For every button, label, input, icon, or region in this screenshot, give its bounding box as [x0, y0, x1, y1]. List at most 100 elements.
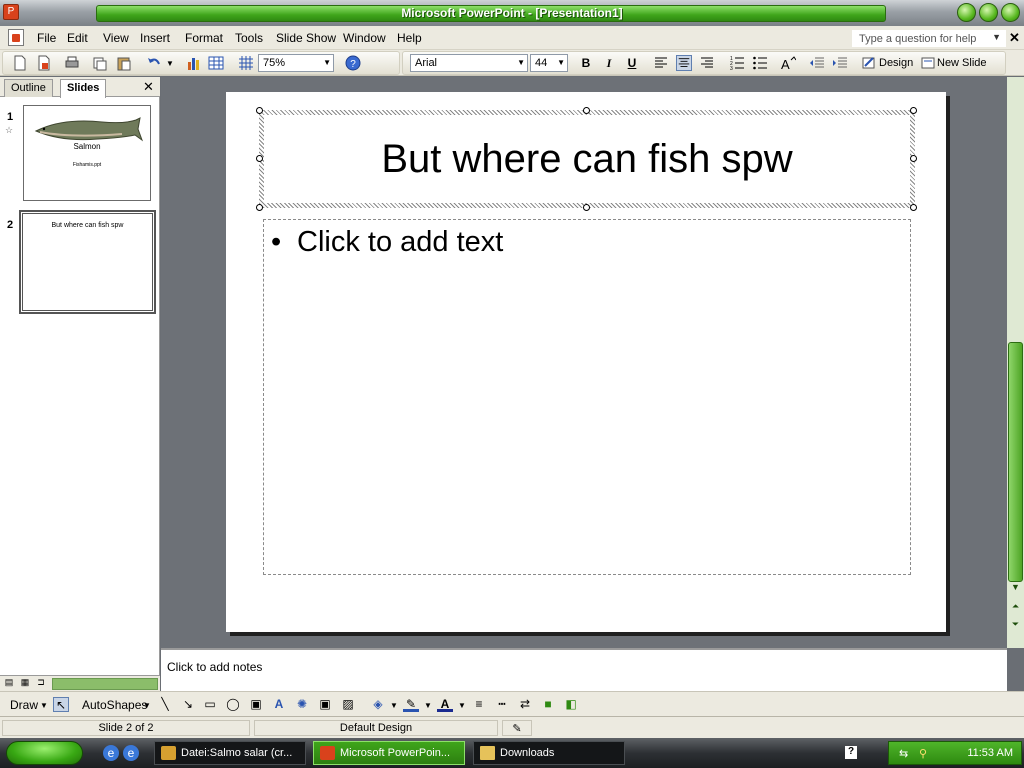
bold-button[interactable]: B	[578, 56, 594, 70]
undo-icon[interactable]	[146, 55, 162, 71]
scrollbar-thumb[interactable]	[1008, 342, 1023, 582]
3d-style-icon[interactable]: ◧	[563, 697, 579, 712]
new-slide-icon[interactable]	[920, 55, 936, 71]
previous-slide-icon[interactable]: ⏶	[1008, 601, 1023, 616]
grid-icon[interactable]	[238, 55, 254, 71]
dash-style-icon[interactable]: ┅	[494, 697, 510, 712]
font-color-icon[interactable]: A	[437, 697, 453, 712]
wordart-icon[interactable]: A	[271, 697, 287, 712]
maximize-button[interactable]	[979, 3, 998, 22]
network-icon[interactable]: ⇆	[899, 747, 908, 760]
diagram-icon[interactable]: ✺	[294, 697, 310, 712]
close-button[interactable]	[1001, 3, 1020, 22]
resize-handle[interactable]	[910, 204, 917, 211]
print-icon[interactable]	[64, 55, 80, 71]
chevron-down-icon[interactable]: ▼	[390, 701, 398, 710]
resize-handle[interactable]	[256, 155, 263, 162]
menu-view[interactable]: View	[103, 31, 129, 45]
open-pdf-icon[interactable]	[36, 55, 52, 71]
menu-format[interactable]: Format	[185, 31, 223, 45]
line-icon[interactable]: ╲	[157, 697, 173, 712]
rectangle-icon[interactable]: ▭	[202, 697, 218, 712]
select-arrow-icon[interactable]: ↖	[53, 697, 69, 712]
document-icon[interactable]	[8, 29, 24, 46]
help-question-input[interactable]: Type a question for help ▼	[852, 30, 1006, 47]
design-button[interactable]: Design	[879, 57, 913, 69]
chevron-down-icon[interactable]: ▼	[517, 58, 525, 67]
slide-canvas[interactable]: But where can fish spw • Click to add te…	[226, 92, 946, 632]
chevron-down-icon[interactable]: ▼	[458, 701, 466, 710]
font-size-select[interactable]: 44 ▼	[530, 54, 568, 72]
chevron-down-icon[interactable]: ▼	[323, 58, 331, 67]
menu-help[interactable]: Help	[397, 31, 422, 45]
notes-placeholder[interactable]: Click to add notes	[167, 660, 262, 674]
menu-edit[interactable]: Edit	[67, 31, 88, 45]
draw-menu-button[interactable]: Draw	[10, 698, 38, 712]
textbox-icon[interactable]: ▣	[248, 697, 264, 712]
taskbar-button-powerpoint[interactable]: Microsoft PowerPoin...	[313, 741, 465, 765]
resize-handle[interactable]	[583, 107, 590, 114]
line-style-icon[interactable]: ≡	[471, 697, 487, 712]
help-tray-icon[interactable]: ?	[845, 746, 857, 759]
autoshapes-menu-button[interactable]: AutoShapes	[82, 698, 147, 712]
spelling-status-icon[interactable]: ✎	[502, 720, 532, 736]
chevron-down-icon[interactable]: ▼	[424, 701, 432, 710]
chevron-down-icon[interactable]: ▼	[143, 701, 151, 710]
picture-icon[interactable]: ▨	[340, 697, 356, 712]
menu-window[interactable]: Window	[343, 31, 386, 45]
cut-icon[interactable]	[92, 55, 108, 71]
notes-pane[interactable]: Click to add notes	[161, 648, 1007, 691]
table-icon[interactable]	[208, 55, 224, 71]
taskbar-button-wiki[interactable]: Datei:Salmo salar (cr...	[154, 741, 306, 765]
chart-icon[interactable]	[186, 55, 202, 71]
clipart-icon[interactable]: ▣	[317, 697, 333, 712]
resize-handle[interactable]	[256, 107, 263, 114]
search-icon[interactable]: ⚲	[919, 747, 927, 760]
slide-show-view-icon[interactable]: ⊐	[34, 677, 48, 690]
slide-sorter-view-icon[interactable]: ▦	[18, 677, 32, 690]
menu-file[interactable]: File	[37, 31, 56, 45]
undo-dropdown-icon[interactable]: ▼	[166, 59, 174, 68]
increase-font-icon[interactable]: A	[780, 55, 796, 71]
chevron-down-icon[interactable]: ▼	[992, 32, 1001, 42]
taskbar-button-downloads[interactable]: Downloads	[473, 741, 625, 765]
resize-handle[interactable]	[256, 204, 263, 211]
italic-button[interactable]: I	[601, 56, 617, 71]
start-button[interactable]	[6, 741, 83, 765]
decrease-indent-icon[interactable]	[809, 55, 825, 71]
next-slide-icon[interactable]: ⏷	[1008, 619, 1023, 634]
increase-indent-icon[interactable]	[832, 55, 848, 71]
underline-button[interactable]: U	[624, 56, 640, 70]
resize-handle[interactable]	[910, 107, 917, 114]
close-document-icon[interactable]: ✕	[1009, 30, 1020, 46]
menu-slide-show[interactable]: Slide Show	[276, 31, 336, 45]
tab-slides[interactable]: Slides	[60, 79, 107, 98]
line-color-icon[interactable]: ✎	[403, 697, 419, 712]
zoom-select[interactable]: 75% ▼	[258, 54, 334, 72]
help-icon[interactable]: ?	[345, 55, 361, 71]
slide-thumbnail-1[interactable]: Salmon Fishamis.ppt	[23, 105, 151, 201]
chevron-down-icon[interactable]: ▼	[557, 58, 565, 67]
new-slide-button[interactable]: New Slide	[937, 57, 987, 69]
slide-title[interactable]: But where can fish spw	[264, 115, 910, 203]
font-select[interactable]: Arial ▼	[410, 54, 528, 72]
pane-horizontal-scrollbar[interactable]	[52, 678, 158, 690]
resize-handle[interactable]	[910, 155, 917, 162]
menu-insert[interactable]: Insert	[140, 31, 170, 45]
new-document-icon[interactable]	[12, 55, 28, 71]
align-left-icon[interactable]	[653, 55, 669, 71]
body-placeholder[interactable]: • Click to add text	[263, 219, 911, 575]
shadow-style-icon[interactable]: ■	[540, 697, 556, 712]
internet-explorer-icon[interactable]: e	[103, 745, 119, 761]
chevron-down-icon[interactable]: ▼	[40, 701, 48, 710]
normal-view-icon[interactable]: ▤	[2, 677, 16, 690]
align-center-icon[interactable]	[676, 55, 692, 71]
fill-color-icon[interactable]: ◈	[370, 697, 386, 712]
body-placeholder-text[interactable]: Click to add text	[297, 226, 503, 259]
title-placeholder[interactable]: But where can fish spw	[259, 110, 915, 208]
align-right-icon[interactable]	[699, 55, 715, 71]
tab-outline[interactable]: Outline	[4, 79, 53, 97]
arrow-icon[interactable]: ↘	[180, 697, 196, 712]
vertical-scrollbar[interactable]: ▼ ⏶ ⏷	[1007, 77, 1024, 648]
numbering-icon[interactable]: 123	[729, 55, 745, 71]
